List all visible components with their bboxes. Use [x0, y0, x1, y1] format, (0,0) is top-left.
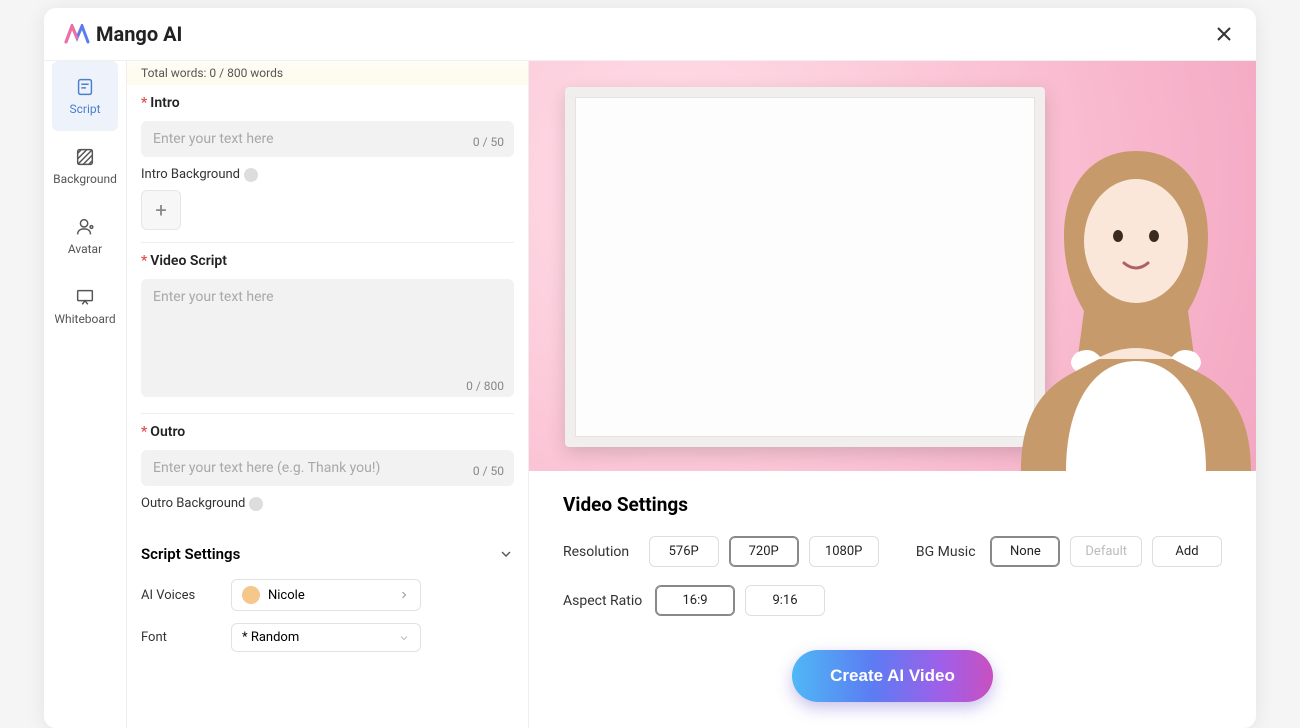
font-select[interactable]: * Random [231, 623, 421, 652]
resolution-row: Resolution 576P 720P 1080P BG Music None… [563, 536, 1222, 567]
ai-voice-select[interactable]: Nicole [231, 579, 421, 611]
aspect-options: 16:9 9:16 [655, 585, 825, 616]
video-settings: Video Settings Resolution 576P 720P 1080… [529, 471, 1256, 728]
ai-voices-label: AI Voices [141, 588, 211, 603]
resolution-label: Resolution [563, 544, 649, 560]
word-count: Total words: 0 / 800 words [127, 61, 528, 85]
script-panel: Total words: 0 / 800 words *Intro 0 / 50… [126, 61, 529, 728]
bgmusic-options: None Default Add [990, 536, 1222, 567]
sidebar-item-label: Background [53, 172, 117, 186]
font-row: Font * Random [141, 617, 514, 658]
avatar-icon [74, 216, 96, 238]
aspect-9-16[interactable]: 9:16 [745, 585, 825, 616]
intro-section: *Intro 0 / 50 Intro Background + [141, 85, 514, 243]
intro-input[interactable] [141, 121, 514, 157]
chevron-down-icon [498, 546, 514, 562]
outro-label: *Outro [141, 424, 514, 440]
panel-scroll[interactable]: *Intro 0 / 50 Intro Background + *Video … [127, 85, 528, 728]
video-script-label: *Video Script [141, 253, 514, 269]
preview-whiteboard [565, 87, 1045, 447]
modal: Mango AI Script Background Avatar Whiteb… [44, 8, 1256, 728]
sidebar-item-label: Whiteboard [54, 312, 115, 326]
whiteboard-icon [74, 286, 96, 308]
aspect-16-9[interactable]: 16:9 [655, 585, 735, 616]
cta-wrap: Create AI Video [563, 634, 1222, 718]
outro-input-wrap: 0 / 50 [141, 450, 514, 486]
logo-icon [64, 24, 90, 44]
intro-input-wrap: 0 / 50 [141, 121, 514, 157]
bgmusic-default[interactable]: Default [1070, 536, 1142, 567]
resolution-options: 576P 720P 1080P [649, 536, 879, 567]
aspect-row: Aspect Ratio 16:9 9:16 [563, 585, 1222, 616]
voice-avatar-icon [242, 586, 260, 604]
aspect-label: Aspect Ratio [563, 593, 655, 609]
script-input-wrap: 0 / 800 [141, 279, 514, 401]
close-icon[interactable] [1212, 22, 1236, 46]
create-video-button[interactable]: Create AI Video [792, 650, 993, 702]
resolution-720p[interactable]: 720P [729, 536, 799, 567]
intro-counter: 0 / 50 [473, 135, 504, 149]
sidebar: Script Background Avatar Whiteboard [44, 61, 126, 728]
resolution-576p[interactable]: 576P [649, 536, 719, 567]
script-settings-toggle[interactable]: Script Settings [141, 531, 514, 573]
help-icon[interactable] [249, 497, 263, 511]
bgmusic-none[interactable]: None [990, 536, 1060, 567]
sidebar-item-label: Avatar [68, 242, 102, 256]
sidebar-item-label: Script [69, 102, 100, 116]
video-script-input[interactable] [141, 279, 514, 397]
ai-voices-row: AI Voices Nicole [141, 573, 514, 617]
add-intro-bg-button[interactable]: + [141, 190, 181, 230]
background-icon [74, 146, 96, 168]
preview-stage [529, 61, 1256, 471]
outro-input[interactable] [141, 450, 514, 486]
script-counter: 0 / 800 [466, 379, 504, 393]
video-settings-title: Video Settings [563, 493, 1222, 516]
intro-bg-label: Intro Background [141, 167, 514, 182]
logo: Mango AI [64, 22, 182, 46]
bgmusic-add[interactable]: Add [1152, 536, 1222, 567]
sidebar-item-avatar[interactable]: Avatar [44, 201, 126, 271]
body: Script Background Avatar Whiteboard Tota… [44, 60, 1256, 728]
resolution-1080p[interactable]: 1080P [809, 536, 879, 567]
outro-counter: 0 / 50 [473, 464, 504, 478]
sidebar-item-whiteboard[interactable]: Whiteboard [44, 271, 126, 341]
outro-bg-label: Outro Background [141, 496, 514, 511]
outro-section: *Outro 0 / 50 Outro Background [141, 414, 514, 531]
preview-area: Video Settings Resolution 576P 720P 1080… [529, 61, 1256, 728]
logo-text: Mango AI [96, 22, 182, 46]
sidebar-item-script[interactable]: Script [52, 61, 118, 131]
chevron-down-icon [398, 632, 410, 644]
script-icon [74, 76, 96, 98]
intro-label: *Intro [141, 95, 514, 111]
header: Mango AI [44, 8, 1256, 60]
video-script-section: *Video Script 0 / 800 [141, 243, 514, 414]
sidebar-item-background[interactable]: Background [44, 131, 126, 201]
preview-avatar [1006, 111, 1256, 471]
help-icon[interactable] [244, 168, 258, 182]
font-label: Font [141, 630, 211, 645]
chevron-right-icon [398, 589, 410, 601]
bgmusic-label: BG Music [916, 544, 990, 560]
